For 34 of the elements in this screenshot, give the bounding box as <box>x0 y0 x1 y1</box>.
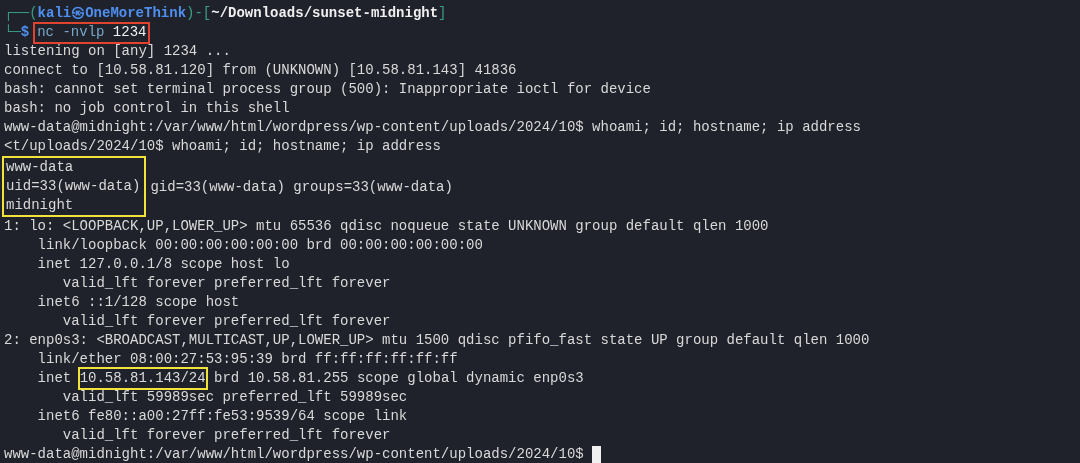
output-text: uid=33(www-data) <box>6 177 141 196</box>
prompt-path: ~/Downloads/sunset-midnight <box>211 4 439 23</box>
output-text: inet <box>36 369 73 388</box>
output-text: 1: lo: <LOOPBACK,UP,LOWER_UP> mtu 65536 qdisc noqueue state UNKNOWN group default qlen 1000 <box>4 217 769 236</box>
output-text: 2: enp0s3: <BROADCAST,MULTICAST,UP,LOWER_UP> mtu 1500 qdisc pfifo_fast state UP group default qlen 1000 <box>4 331 870 350</box>
output-text: listening on [any] 1234 ... <box>4 42 231 61</box>
output-text: www-data@midnight:/var/www/html/wordpress/wp-content/uploads/2024/10$ whoami; id; hostname; ip address <box>4 118 861 137</box>
prompt-frame: ┌──( <box>4 4 38 23</box>
output-text: bash: no job control in this shell <box>4 99 290 118</box>
output-text: brd 10.58.81.255 scope global dynamic enp0s3 <box>213 369 584 388</box>
output-text: www-data@midnight:/var/www/html/wordpress/wp-content/uploads/2024/10$ <box>4 445 585 463</box>
output-text: connect to [10.58.81.120] from (UNKNOWN) [10.58.81.143] 41836 <box>4 61 517 80</box>
prompt-symbol: $ <box>20 23 30 42</box>
command-text: 1234 <box>112 23 147 42</box>
output-text: gid=33(www-data) groups=33(www-data) <box>150 178 453 195</box>
output-text: valid_lft forever preferred_lft forever <box>61 312 391 331</box>
prompt-frame: └─ <box>4 23 21 42</box>
output-text: bash: cannot set terminal process group (500): Inappropriate ioctl for device <box>4 80 651 99</box>
output-text: valid_lft forever preferred_lft forever <box>61 274 391 293</box>
command-text: nc -nvlp <box>37 23 105 42</box>
highlight-box: 10.58.81.143/24 <box>77 367 208 390</box>
output-text: www-data <box>6 158 75 177</box>
output-text: inet6 fe80::a00:27ff:fe53:9539/64 scope link <box>36 407 408 426</box>
prompt-frame: )-[ <box>186 4 212 23</box>
output-text: <t/uploads/2024/10$ whoami; id; hostname; ip address <box>4 137 441 156</box>
output-text: valid_lft forever preferred_lft forever <box>61 426 391 445</box>
output-text: link/ether 08:00:27:53:95:39 brd ff:ff:ff:ff:ff:ff <box>36 350 458 369</box>
output-text: inet 127.0.0.1/8 scope host lo <box>36 255 290 274</box>
output-text: link/loopback 00:00:00:00:00:00 brd 00:00:00:00:00:00 <box>36 236 483 255</box>
prompt-user-host: kali㉿OneMoreThink <box>37 4 187 23</box>
output-text: inet6 ::1/128 scope host <box>36 293 240 312</box>
prompt-frame: ] <box>438 4 447 23</box>
output-text: midnight <box>6 196 75 215</box>
output-text: valid_lft 59989sec preferred_lft 59989sec <box>61 388 408 407</box>
